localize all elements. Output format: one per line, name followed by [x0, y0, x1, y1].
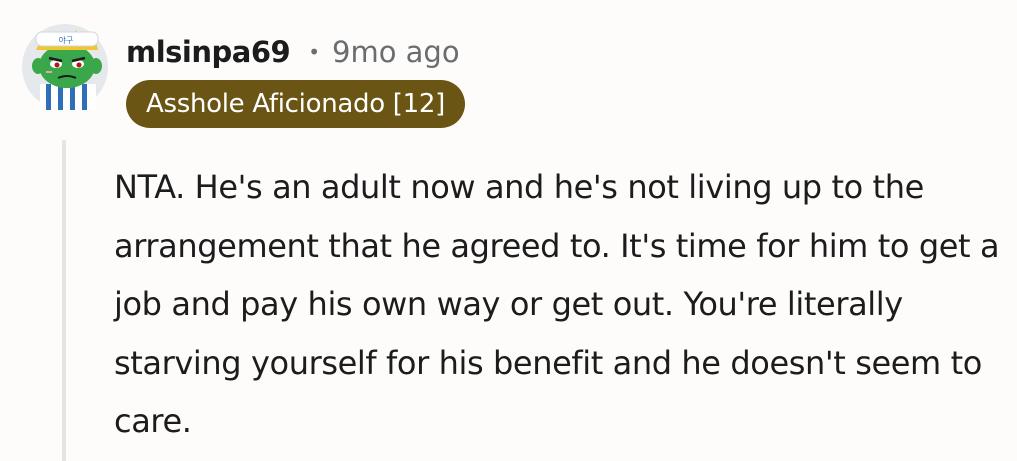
avatar-hat-text: 야구 — [59, 35, 74, 45]
thread-collapse-line[interactable] — [62, 140, 66, 461]
user-flair-badge: Asshole Aficionado [12] — [126, 80, 465, 128]
author-username[interactable]: mlsinpa69 — [126, 35, 291, 69]
comment-body: NTA. He's an adult now and he's not livi… — [114, 168, 1000, 440]
snoo-avatar-icon: 야구 — [32, 30, 102, 110]
meta-separator: • — [308, 40, 320, 64]
comment-timestamp[interactable]: 9mo ago — [332, 35, 460, 69]
comment-meta: mlsinpa69 • 9mo ago — [126, 30, 460, 74]
user-avatar[interactable]: 야구 — [22, 10, 110, 110]
comment-card: 야구 mlsinpa69 • 9mo ago Asshole Aficionad… — [0, 0, 1017, 461]
